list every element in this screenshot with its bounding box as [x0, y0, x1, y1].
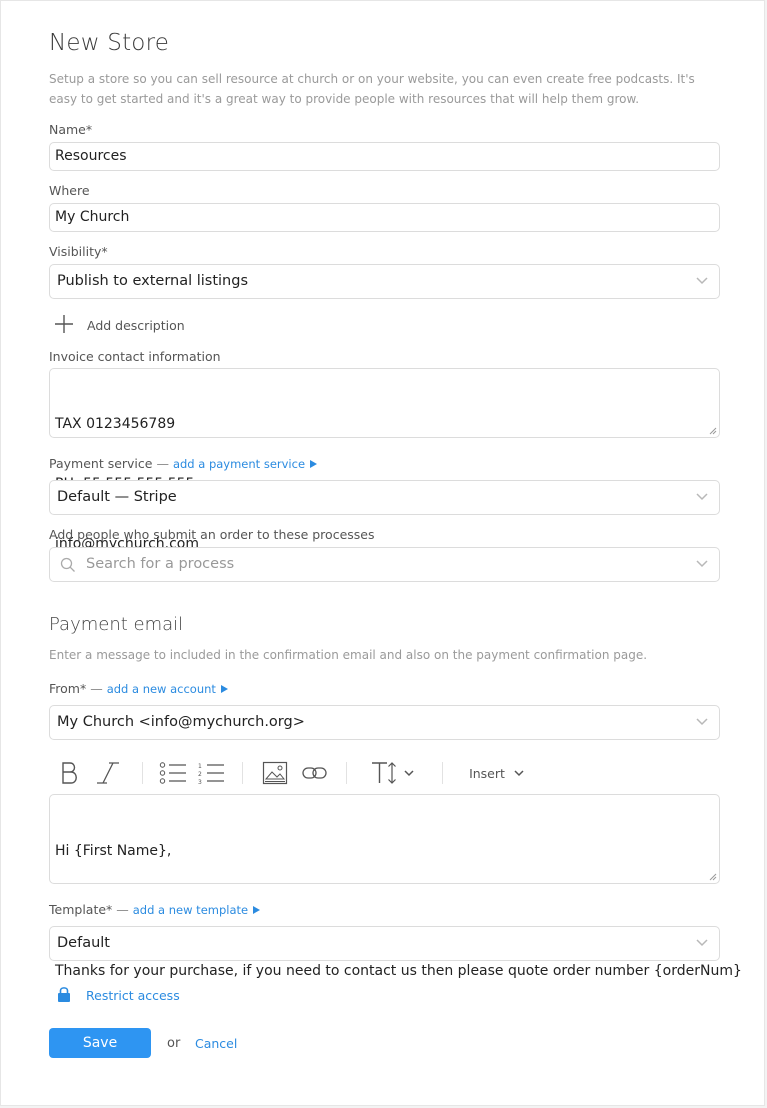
email-body-editor[interactable]: Hi {First Name}, Thanks for your purchas…	[49, 794, 742, 979]
chevron-down-icon	[696, 939, 708, 947]
svg-text:1: 1	[198, 763, 202, 770]
payment-service-select[interactable]: Default — Stripe	[49, 480, 720, 515]
email-body-line: Hi {First Name},	[55, 843, 172, 859]
chevron-down-icon	[696, 560, 708, 568]
template-select[interactable]: Default	[49, 926, 720, 961]
numbered-list-icon: 1 2 3	[198, 763, 224, 784]
resize-grip-icon[interactable]	[708, 426, 717, 435]
bullet-list-icon	[159, 762, 186, 784]
insert-image-button[interactable]	[261, 756, 289, 790]
lock-icon	[58, 987, 70, 1002]
editor-toolbar: 1 2 3 Insert	[49, 756, 720, 790]
link-icon	[302, 767, 327, 779]
chevron-down-icon	[696, 277, 708, 285]
resize-grip-icon[interactable]	[708, 872, 717, 881]
label-dash: —	[112, 902, 133, 917]
where-label: Where	[49, 183, 90, 198]
toolbar-separator	[442, 762, 443, 784]
name-value: Resources	[55, 148, 127, 164]
insert-menu-button[interactable]: Insert	[467, 756, 527, 790]
chevron-down-icon	[514, 770, 524, 777]
from-value: My Church <info@mychurch.org>	[57, 714, 305, 730]
chevron-down-icon	[696, 718, 708, 726]
italic-icon	[97, 762, 119, 784]
play-arrow-icon	[310, 460, 318, 468]
template-label-text: Template*	[49, 902, 113, 917]
add-new-account-link[interactable]: add a new account	[107, 682, 216, 696]
process-search-placeholder: Search for a process	[86, 556, 235, 572]
cancel-link[interactable]: Cancel	[195, 1036, 237, 1051]
from-label: From* — add a new account	[49, 681, 228, 696]
invoice-line: TAX 0123456789	[55, 416, 176, 432]
add-description-label: Add description	[87, 318, 185, 333]
where-input[interactable]: My Church	[49, 203, 720, 232]
toolbar-separator	[346, 762, 347, 784]
visibility-select[interactable]: Publish to external listings	[49, 264, 720, 299]
payment-service-label-text: Payment service	[49, 456, 153, 471]
page-title: New Store	[49, 30, 170, 56]
save-button[interactable]: Save	[49, 1028, 151, 1058]
italic-button[interactable]	[95, 756, 121, 790]
from-select[interactable]: My Church <info@mychurch.org>	[49, 705, 720, 740]
from-label-text: From*	[49, 681, 87, 696]
restrict-access-button[interactable]: Restrict access	[57, 986, 197, 1006]
search-icon	[60, 557, 75, 572]
where-value: My Church	[55, 209, 130, 225]
text-size-icon	[372, 762, 414, 784]
payment-email-description: Enter a message to included in the confi…	[49, 648, 648, 662]
play-arrow-icon	[253, 906, 261, 914]
payment-service-label: Payment service — add a payment service	[49, 456, 318, 471]
processes-label: Add people who submit an order to these …	[49, 527, 375, 542]
bold-icon	[62, 762, 77, 784]
payment-service-value: Default — Stripe	[57, 489, 177, 505]
visibility-label: Visibility*	[49, 244, 108, 259]
numbered-list-button[interactable]: 1 2 3	[197, 756, 225, 790]
label-dash: —	[86, 681, 107, 696]
invoice-label: Invoice contact information	[49, 349, 221, 364]
bold-button[interactable]	[57, 756, 83, 790]
restrict-access-label: Restrict access	[86, 988, 180, 1003]
image-icon	[262, 761, 288, 785]
payment-email-title: Payment email	[49, 614, 184, 635]
name-label: Name*	[49, 122, 93, 137]
add-new-template-link[interactable]: add a new template	[133, 903, 248, 917]
new-store-card: New Store Setup a store so you can sell …	[0, 0, 765, 1106]
chevron-down-icon	[696, 493, 708, 501]
email-body-line: Thanks for your purchase, if you need to…	[55, 963, 742, 979]
text-size-button[interactable]	[369, 756, 421, 790]
label-dash: —	[152, 456, 173, 471]
toolbar-separator	[242, 762, 243, 784]
insert-menu-label: Insert	[469, 765, 505, 781]
svg-text:2: 2	[198, 771, 202, 778]
invoice-textarea[interactable]: TAX 0123456789 PH: 55 555 555 555 info@m…	[49, 368, 720, 552]
intro-text: Setup a store so you can sell resource a…	[49, 72, 695, 106]
template-label: Template* — add a new template	[49, 902, 261, 917]
insert-link-button[interactable]	[301, 756, 329, 790]
process-search[interactable]: Search for a process	[49, 547, 720, 582]
visibility-value: Publish to external listings	[57, 273, 249, 289]
svg-text:3: 3	[198, 779, 202, 784]
or-text: or	[167, 1036, 181, 1051]
plus-icon	[55, 315, 73, 333]
add-payment-service-link[interactable]: add a payment service	[173, 457, 305, 471]
name-input[interactable]: Resources	[49, 142, 720, 171]
template-value: Default	[57, 935, 110, 951]
toolbar-separator	[142, 762, 143, 784]
play-arrow-icon	[220, 685, 228, 693]
bullet-list-button[interactable]	[159, 756, 187, 790]
